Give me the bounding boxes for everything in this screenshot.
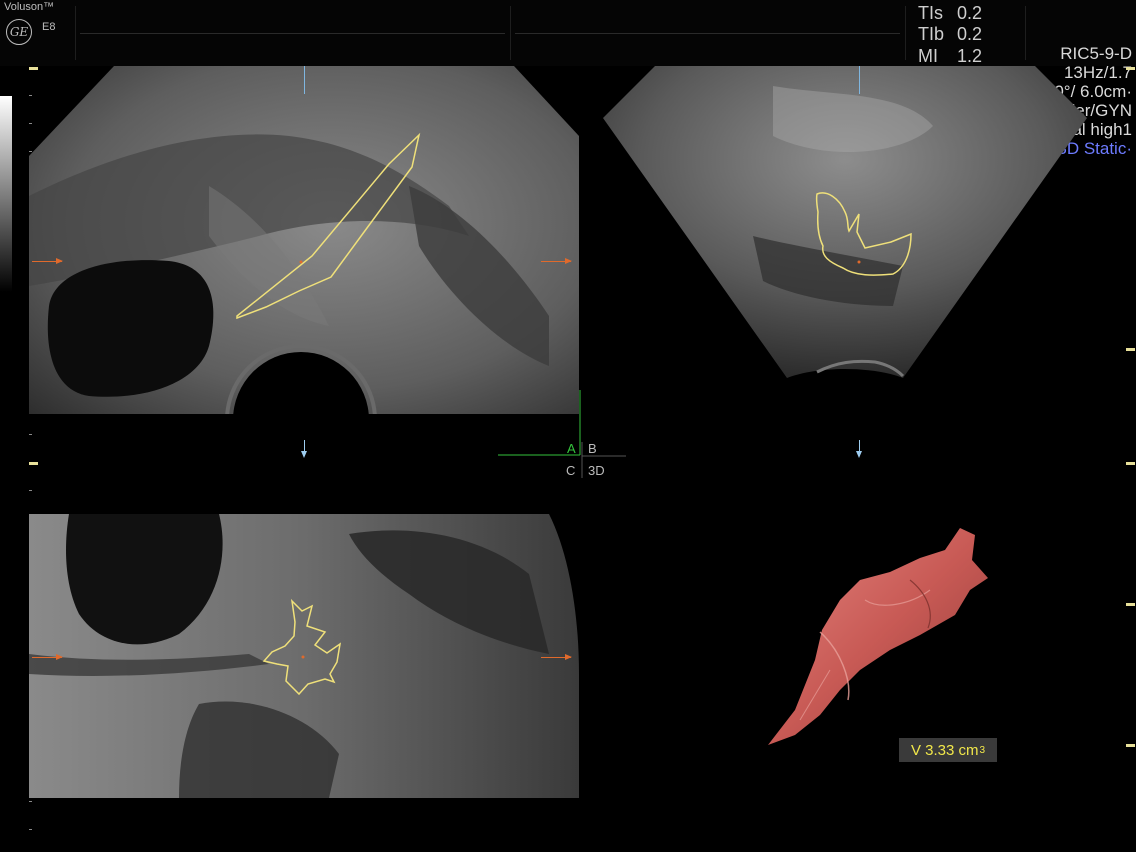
mi-value: 1.2 xyxy=(957,46,983,66)
plane-a-view[interactable] xyxy=(29,66,579,414)
quadrant-b-label[interactable]: B xyxy=(588,441,597,456)
system-model: E8 xyxy=(42,21,56,33)
depth-tick xyxy=(29,490,32,491)
safety-index-tis: TIs 0.2 xyxy=(918,3,988,23)
depth-marker xyxy=(29,462,38,465)
plane-a-right-marker xyxy=(541,258,572,264)
plane-b-image xyxy=(603,66,1087,378)
volume-readout: V 3.33 cm 3 xyxy=(899,738,997,762)
probe-name: RIC5-9-D xyxy=(1060,44,1132,63)
plane-b-cursor-line xyxy=(859,66,860,94)
safety-index-mi: MI 1.2 xyxy=(918,46,988,66)
ge-logo: GE xyxy=(6,19,32,45)
depth-tick xyxy=(29,801,32,802)
tis-label: TIs xyxy=(918,3,943,23)
quadrant-c-label[interactable]: C xyxy=(566,463,575,478)
depth-marker xyxy=(1126,348,1135,351)
render-3d-view[interactable] xyxy=(760,520,1000,755)
depth-marker xyxy=(1126,462,1135,465)
quadrant-3d-label[interactable]: 3D xyxy=(588,463,605,478)
plane-c-right-marker xyxy=(541,654,572,660)
volume-prefix: V xyxy=(910,741,921,759)
plane-c-image xyxy=(29,514,579,798)
depth-tick xyxy=(29,434,32,435)
volume-unit: cm xyxy=(958,741,979,759)
header-rule xyxy=(80,33,505,34)
volume-unit-exponent: 3 xyxy=(979,744,986,756)
header-divider xyxy=(510,6,511,60)
depth-marker xyxy=(1126,603,1135,606)
header-divider xyxy=(75,6,76,60)
plane-b-view[interactable] xyxy=(603,66,1087,382)
depth-marker xyxy=(1126,67,1135,70)
plane-a-cursor-line xyxy=(304,66,305,94)
brand-name: Voluson™ xyxy=(4,1,55,13)
volume-value: 3.33 xyxy=(925,741,955,759)
plane-c-view[interactable] xyxy=(29,514,579,798)
grayscale-bar xyxy=(0,96,12,292)
tib-value: 0.2 xyxy=(957,24,983,44)
plane-a-down-arrow xyxy=(301,440,307,458)
quadrant-a-label[interactable]: A xyxy=(567,441,576,456)
depth-marker xyxy=(1126,744,1135,747)
header-divider xyxy=(905,6,906,60)
depth-tick xyxy=(29,829,32,830)
tis-value: 0.2 xyxy=(957,3,983,23)
plane-b-down-arrow xyxy=(856,440,862,458)
plane-a-left-marker xyxy=(32,258,63,264)
mi-label: MI xyxy=(918,46,938,66)
tib-label: TIb xyxy=(918,24,945,44)
plane-a-image xyxy=(29,66,579,414)
safety-index-tib: TIb 0.2 xyxy=(918,24,988,44)
quadrant-divider xyxy=(498,390,626,478)
header-rule xyxy=(515,33,900,34)
plane-c-left-marker xyxy=(32,654,63,660)
